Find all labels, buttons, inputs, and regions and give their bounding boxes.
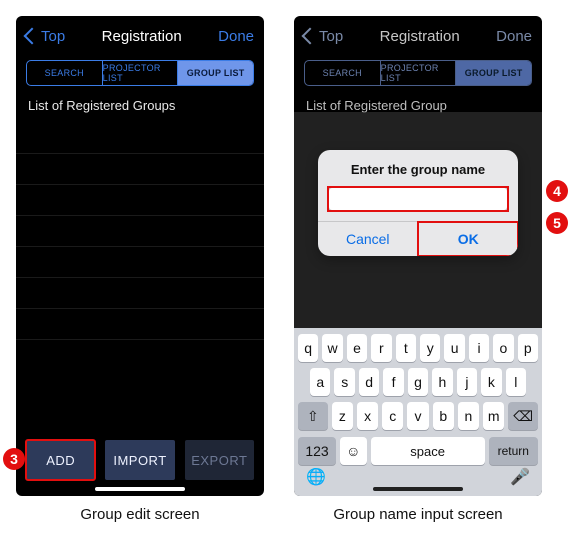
caption-left: Group edit screen <box>16 506 264 523</box>
navbar: Top Registration Done <box>16 16 264 56</box>
group-name-input-screen: Top Registration Done SEARCH PROJECTOR L… <box>294 16 542 496</box>
dialog-buttons: Cancel OK <box>318 221 518 256</box>
key-y[interactable]: y <box>420 334 440 362</box>
key-e[interactable]: e <box>347 334 367 362</box>
group-name-dialog: Enter the group name Cancel OK <box>318 150 518 256</box>
list-title: List of Registered Groups <box>16 98 264 123</box>
home-indicator <box>95 487 185 491</box>
shift-key[interactable]: ⇧ <box>298 402 328 430</box>
globe-icon[interactable]: 🌐 <box>306 467 326 487</box>
import-button[interactable]: IMPORT <box>105 440 174 480</box>
cancel-button[interactable]: Cancel <box>318 222 418 256</box>
list-row <box>16 123 264 154</box>
tab-group-list[interactable]: GROUP LIST <box>178 61 253 85</box>
list-row <box>16 216 264 247</box>
back-button[interactable]: Top <box>304 28 343 45</box>
key-w[interactable]: w <box>322 334 342 362</box>
mic-icon[interactable]: 🎤 <box>510 467 530 487</box>
key-l[interactable]: l <box>506 368 526 396</box>
return-key[interactable]: return <box>489 437 538 465</box>
emoji-key[interactable]: ☺ <box>340 437 367 465</box>
export-button[interactable]: EXPORT <box>185 440 254 480</box>
list-row <box>16 185 264 216</box>
dialog-input-wrap <box>328 187 508 211</box>
tab-search[interactable]: SEARCH <box>27 61 103 85</box>
back-label: Top <box>41 28 65 45</box>
space-key[interactable]: space <box>371 437 485 465</box>
key-k[interactable]: k <box>481 368 501 396</box>
group-list <box>16 123 264 430</box>
list-row <box>16 154 264 185</box>
marker-5: 5 <box>546 212 568 234</box>
dialog-title: Enter the group name <box>318 150 518 187</box>
segmented-tabs: SEARCH PROJECTOR LIST GROUP LIST <box>26 60 254 86</box>
key-v[interactable]: v <box>407 402 428 430</box>
caption-right: Group name input screen <box>294 506 542 523</box>
key-row-2: a s d f g h j k l <box>298 368 538 396</box>
list-row <box>16 247 264 278</box>
back-button[interactable]: Top <box>26 28 65 45</box>
key-z[interactable]: z <box>332 402 353 430</box>
key-n[interactable]: n <box>458 402 479 430</box>
navbar: Top Registration Done <box>294 16 542 56</box>
key-s[interactable]: s <box>334 368 354 396</box>
done-button[interactable]: Done <box>496 28 532 45</box>
key-u[interactable]: u <box>444 334 464 362</box>
done-button[interactable]: Done <box>218 28 254 45</box>
ok-button[interactable]: OK <box>418 222 519 256</box>
add-button[interactable]: ADD <box>26 440 95 480</box>
key-q[interactable]: q <box>298 334 318 362</box>
page-title: Registration <box>380 28 460 45</box>
home-indicator <box>373 487 463 491</box>
group-edit-screen: Top Registration Done SEARCH PROJECTOR L… <box>16 16 264 496</box>
tab-search[interactable]: SEARCH <box>305 61 381 85</box>
list-row <box>16 278 264 309</box>
chevron-left-icon <box>302 28 319 45</box>
list-row <box>16 309 264 340</box>
keyboard-toolbar: 🌐 🎤 <box>298 466 538 488</box>
key-x[interactable]: x <box>357 402 378 430</box>
key-b[interactable]: b <box>433 402 454 430</box>
key-row-1: q w e r t y u i o p <box>298 334 538 362</box>
key-row-3: ⇧ z x c v b n m ⌫ <box>298 402 538 430</box>
key-row-4: 123 ☺ space return <box>298 436 538 466</box>
marker-4: 4 <box>546 180 568 202</box>
key-f[interactable]: f <box>383 368 403 396</box>
key-i[interactable]: i <box>469 334 489 362</box>
key-j[interactable]: j <box>457 368 477 396</box>
key-d[interactable]: d <box>359 368 379 396</box>
key-p[interactable]: p <box>518 334 538 362</box>
group-name-input[interactable] <box>328 187 508 211</box>
key-t[interactable]: t <box>396 334 416 362</box>
key-c[interactable]: c <box>382 402 403 430</box>
backspace-key[interactable]: ⌫ <box>508 402 538 430</box>
segmented-tabs: SEARCH PROJECTOR LIST GROUP LIST <box>304 60 532 86</box>
page-title: Registration <box>102 28 182 45</box>
key-h[interactable]: h <box>432 368 452 396</box>
marker-3: 3 <box>3 448 25 470</box>
key-r[interactable]: r <box>371 334 391 362</box>
key-a[interactable]: a <box>310 368 330 396</box>
tab-projector-list[interactable]: PROJECTOR LIST <box>103 61 179 85</box>
chevron-left-icon <box>24 28 41 45</box>
keyboard: q w e r t y u i o p a s d f g h j k l <box>294 328 542 496</box>
numbers-key[interactable]: 123 <box>298 437 336 465</box>
back-label: Top <box>319 28 343 45</box>
tab-projector-list[interactable]: PROJECTOR LIST <box>381 61 457 85</box>
key-g[interactable]: g <box>408 368 428 396</box>
tab-group-list[interactable]: GROUP LIST <box>456 61 531 85</box>
key-o[interactable]: o <box>493 334 513 362</box>
key-m[interactable]: m <box>483 402 504 430</box>
